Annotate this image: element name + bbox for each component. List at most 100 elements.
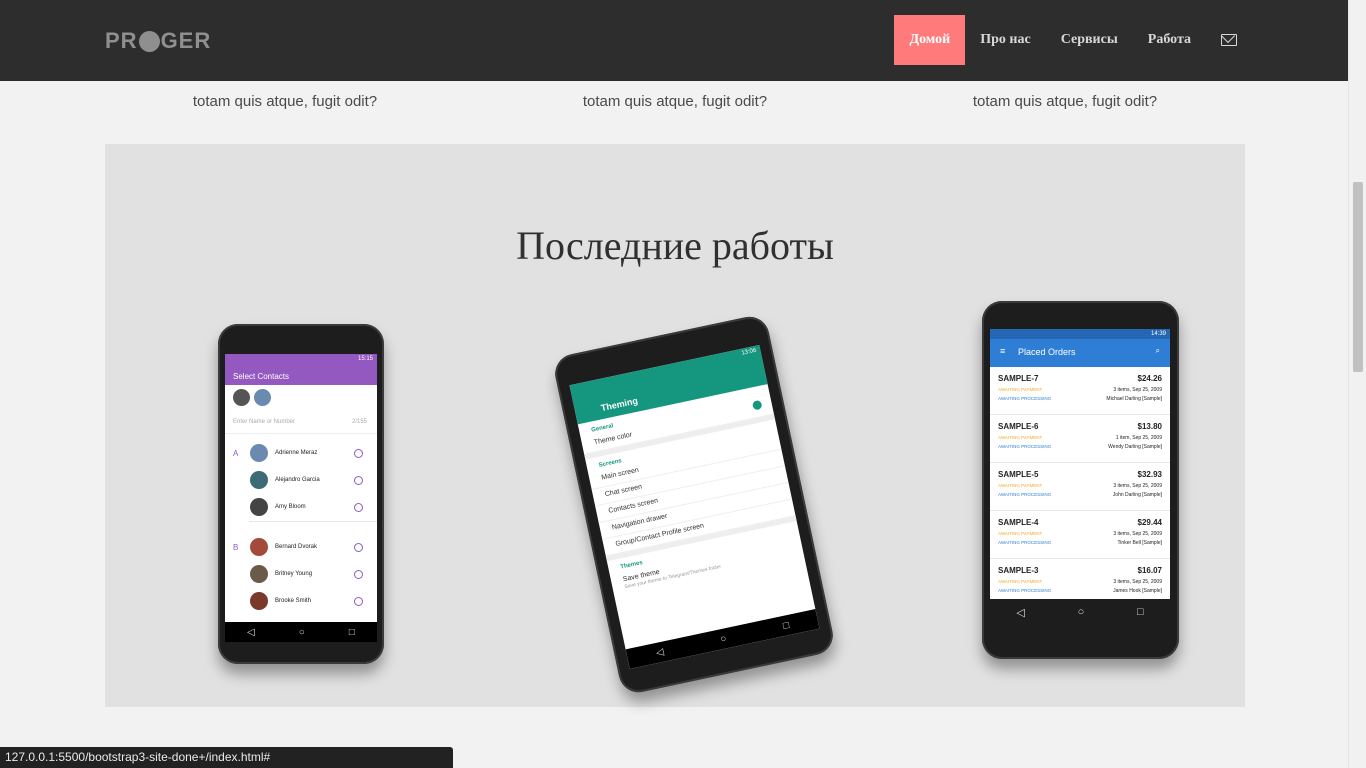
status-url: 127.0.0.1:5500/bootstrap3-site-done+/ind… [0,747,453,768]
avatar [233,389,250,406]
order-items: 3 items, Sep 25, 2009 [1113,483,1162,489]
status-badge: AWAITING PROCESSING [998,396,1052,401]
status-badge: AWAITING PROCESSING [998,540,1052,545]
row-label: Theme color [593,431,633,447]
selected-avatars [225,385,377,411]
group-letter: A [233,449,239,458]
logo[interactable]: PR GER [105,28,211,54]
order-sku: SAMPLE-6 [998,422,1039,431]
nav-menu: Домой Про нас Сервисы Работа [894,15,1249,65]
app-bar: 14:39 ≡ Placed Orders ⌕ [990,329,1170,367]
contact-count: 2/155 [351,419,367,425]
order-price: $29.44 [1137,518,1162,527]
list-item: Brooke Smith [225,588,377,615]
status-badge: AWAITING PAYMENT [998,579,1043,584]
scrollbar-thumb[interactable] [1353,182,1363,372]
phone-screen: 13:06 Theming General Theme color Screen… [569,344,820,669]
list-item: SAMPLE-4 $29.44 AWAITING PAYMENT AWAITING P… [990,511,1170,559]
phone-screen: 14:39 ≡ Placed Orders ⌕ SAMPLE-7 $24.26 AW… [990,329,1170,599]
phone-mockup-contacts[interactable]: 15:15 Select Contacts Enter Name or Numb… [218,324,384,664]
list-item: B Bernard Dvorak [225,534,377,561]
viber-icon [354,503,363,512]
viber-icon [354,570,363,579]
android-nav-bar: ◁ ○ □ [625,609,820,669]
order-price: $24.26 [1137,374,1162,383]
order-customer: John Darling [Sample] [1112,492,1162,498]
list-item: Amy Bloom [225,494,377,521]
list-item: SAMPLE-3 $16.07 AWAITING PAYMENT AWAITING P… [990,559,1170,599]
app-bar: 15:15 Select Contacts [225,354,377,385]
logo-text-left: PR [105,28,138,53]
list-item: SAMPLE-5 $32.93 AWAITING PAYMENT AWAITING P… [990,463,1170,511]
section-title: Последние работы [516,223,834,268]
viber-icon [354,449,363,458]
order-sku: SAMPLE-3 [998,566,1039,575]
contact-name: Alejandro Garcia [275,477,320,483]
phone-mockup-orders[interactable]: 14:39 ≡ Placed Orders ⌕ SAMPLE-7 $24.26 AW… [982,301,1179,659]
feature-line: totam quis atque, fugit odit? [192,93,378,110]
android-nav-bar: ◁ ○ □ [225,622,377,642]
viber-icon [354,597,363,606]
android-nav-bar: ◁ ○ □ [990,599,1170,625]
color-dot-icon [751,399,763,411]
list-item: Britney Young [225,561,377,588]
home-icon: ○ [298,626,305,638]
order-price: $13.80 [1137,422,1162,431]
home-icon: ○ [1077,606,1085,618]
phone-mockup-theming[interactable]: 13:06 Theming General Theme color Screen… [551,313,837,696]
list-item: A Adrienne Meraz [225,440,377,467]
nav-item-about[interactable]: Про нас [965,15,1045,65]
list-item: SAMPLE-7 $24.26 AWAITING PAYMENT AWAITING P… [990,367,1170,415]
contact-name: Britney Young [275,571,313,577]
status-badge: AWAITING PAYMENT [998,435,1043,440]
back-icon: ◁ [247,626,255,638]
order-items: 3 items, Sep 25, 2009 [1113,531,1162,537]
status-time: 14:39 [990,329,1170,339]
navbar: PR GER Домой Про нас Сервисы Работа [0,0,1349,81]
avatar [250,471,268,489]
order-customer: Tinker Bell [Sample] [1117,540,1162,546]
nav-item-services[interactable]: Сервисы [1046,15,1133,65]
back-icon: ◁ [654,646,665,659]
order-price: $32.93 [1137,470,1162,479]
recents-icon: □ [1136,606,1144,618]
menu-icon: ≡ [1000,346,1006,356]
search-icon: ⌕ [1155,346,1160,355]
list-item: Alejandro Garcia [225,467,377,494]
order-price: $16.07 [1137,566,1162,575]
order-items: 3 items, Sep 25, 2009 [1113,579,1162,585]
order-items: 3 items, Sep 25, 2009 [1113,387,1162,393]
nav-item-home[interactable]: Домой [894,15,966,65]
avatar [250,565,268,583]
list-item: SAMPLE-6 $13.80 AWAITING PAYMENT AWAITING P… [990,415,1170,463]
viber-icon [354,543,363,552]
envelope-icon[interactable] [1221,34,1237,46]
avatar [254,389,271,406]
logo-circle-icon [138,30,160,52]
order-customer: James Hook [Sample] [1113,588,1162,594]
order-sku: SAMPLE-5 [998,470,1039,479]
nav-item-work[interactable]: Работа [1133,15,1206,65]
contact-name: Bernard Dvorak [275,544,318,550]
phone-screen: 15:15 Select Contacts Enter Name or Numb… [225,354,377,642]
recents-icon: □ [348,626,355,638]
status-badge: AWAITING PAYMENT [998,483,1043,488]
logo-text-right: GER [160,28,212,53]
contact-name: Brooke Smith [275,598,312,604]
status-badge: AWAITING PAYMENT [998,531,1043,536]
order-customer: Michael Darling [Sample] [1106,396,1162,402]
app-title: Select Contacts [233,372,290,381]
avatar [250,444,268,462]
divider [249,521,377,534]
contact-name: Amy Bloom [275,504,306,510]
status-badge: AWAITING PAYMENT [998,387,1043,392]
order-sku: SAMPLE-7 [998,374,1039,383]
works-section: Последние работы 15:15 Select Contacts E… [105,144,1245,707]
contact-name: Adrienne Meraz [275,450,318,456]
status-badge: AWAITING PROCESSING [998,492,1052,497]
avatar [250,592,268,610]
feature-line: totam quis atque, fugit odit? [972,93,1158,110]
status-time: 15:15 [357,356,373,362]
scrollbar[interactable] [1348,0,1366,768]
recents-icon: □ [781,619,791,632]
